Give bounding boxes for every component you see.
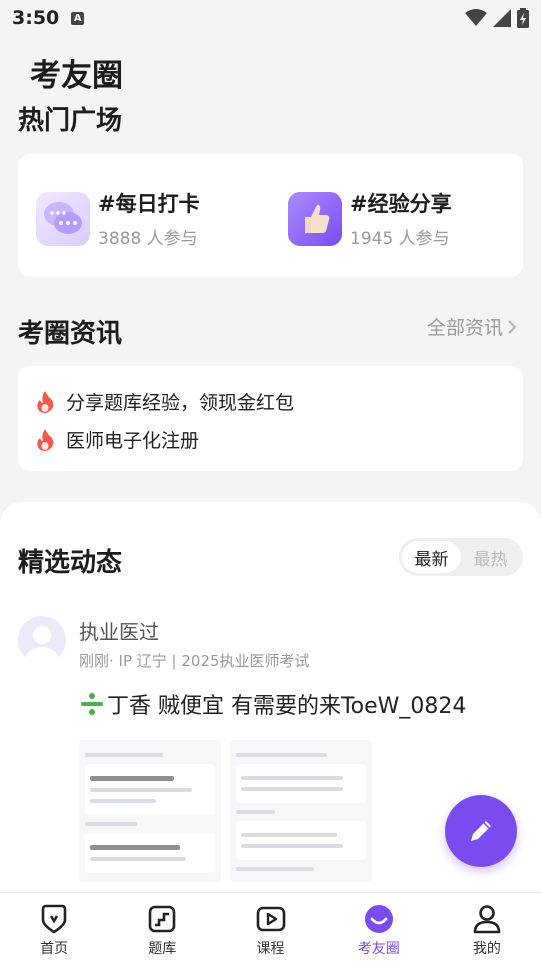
feed-sort-toggle: 最新 最热 — [399, 538, 523, 576]
news-section-title: 考圈资讯 — [18, 319, 123, 349]
course-play-icon — [256, 906, 285, 932]
flame-icon — [37, 428, 54, 451]
pencil-icon — [471, 821, 491, 841]
topic-count: 3888 人参与 — [98, 229, 198, 249]
tab-label: 题库 — [148, 941, 177, 957]
tab-label: 首页 — [40, 941, 69, 957]
all-news-link[interactable]: 全部资讯 — [427, 313, 517, 340]
topic-name: #每日打卡 — [98, 192, 200, 216]
page-title: 考友圈 — [30, 58, 123, 94]
wifi-icon — [465, 9, 487, 26]
post-meta: 刚刚· IP 辽宁 | 2025执业医师考试 — [79, 652, 310, 670]
signal-icon — [493, 9, 511, 27]
news-item[interactable]: 医师电子化注册 — [36, 426, 199, 453]
flame-icon — [37, 390, 54, 413]
all-news-label: 全部资讯 — [426, 317, 503, 339]
bottom-tab-bar: 首页 题库 课程 考友圈 我的 — [0, 892, 541, 963]
hot-section-title: 热门广场 — [18, 106, 123, 136]
feed-title: 精选动态 — [18, 548, 123, 578]
tab-label: 考友圈 — [357, 941, 400, 957]
tab-question-bank[interactable]: 题库 — [108, 893, 216, 963]
topic-name: #经验分享 — [350, 192, 452, 216]
post-image[interactable] — [79, 740, 221, 882]
question-bank-icon — [148, 905, 176, 933]
chevron-right-icon — [508, 319, 517, 334]
compose-button[interactable] — [445, 795, 517, 867]
news-card: 分享题库经验，领现金红包 医师电子化注册 — [18, 366, 523, 471]
community-icon — [364, 905, 393, 933]
tab-hottest[interactable]: 最热 — [461, 541, 520, 573]
tab-label: 我的 — [472, 941, 501, 957]
divide-emoji-icon — [81, 693, 103, 715]
news-text: 医师电子化注册 — [66, 430, 200, 452]
battery-icon — [517, 8, 529, 28]
topic-experience-share[interactable]: #经验分享 1945 人参与 — [288, 188, 452, 249]
topic-count: 1945 人参与 — [350, 229, 450, 249]
thumbs-up-icon — [288, 191, 342, 246]
post-text: 丁香 贼便宜 有需要的来ToeW_0824 — [79, 688, 466, 720]
post-content: 丁香 贼便宜 有需要的来ToeW_0824 — [107, 694, 467, 719]
topic-daily-checkin[interactable]: #每日打卡 3888 人参与 — [36, 188, 200, 249]
chat-bubbles-icon — [36, 191, 90, 246]
tab-course[interactable]: 课程 — [216, 893, 324, 963]
tab-label: 课程 — [256, 941, 285, 957]
hot-topics-card: #每日打卡 3888 人参与 #经验分享 1945 人参与 — [18, 154, 523, 277]
notification-a-icon: A — [71, 11, 85, 25]
profile-icon — [473, 905, 501, 934]
status-bar: 3:50 A — [0, 0, 541, 36]
post-image[interactable] — [230, 740, 372, 882]
tab-community[interactable]: 考友圈 — [325, 893, 433, 963]
tab-latest[interactable]: 最新 — [402, 541, 461, 573]
tab-profile[interactable]: 我的 — [433, 893, 541, 963]
avatar[interactable] — [18, 616, 66, 664]
news-text: 分享题库经验，领现金红包 — [66, 392, 295, 414]
status-indicators — [465, 8, 529, 28]
news-item[interactable]: 分享题库经验，领现金红包 — [36, 388, 294, 415]
home-icon — [41, 904, 67, 934]
tab-home[interactable]: 首页 — [0, 893, 108, 963]
status-time: 3:50 — [12, 7, 60, 29]
post-username[interactable]: 执业医过 — [79, 616, 159, 645]
